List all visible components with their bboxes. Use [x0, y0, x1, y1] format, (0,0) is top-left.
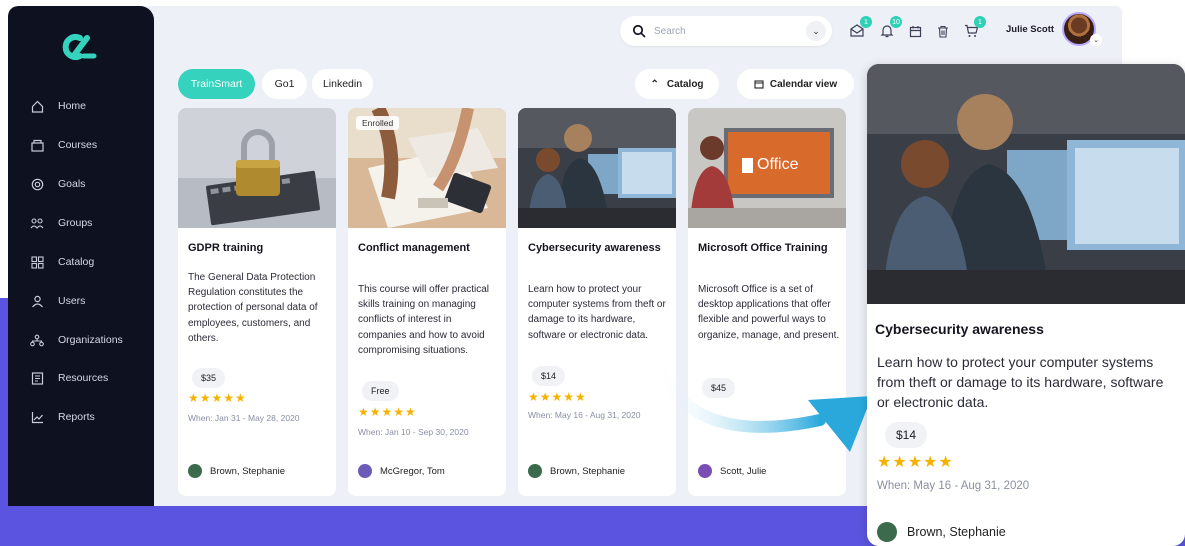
- tab-linkedin[interactable]: Linkedin: [312, 69, 373, 99]
- sidebar-item-label: Goals: [58, 178, 86, 190]
- author-avatar: [528, 464, 542, 478]
- author-name: Brown, Stephanie: [907, 525, 1006, 539]
- cart-icon[interactable]: 1: [960, 16, 986, 42]
- course-description: This course will offer practical skills …: [358, 284, 489, 356]
- sidebar-item-label: Reports: [58, 411, 95, 423]
- price-badge: $14: [532, 366, 566, 386]
- price-badge: Free: [362, 381, 399, 401]
- sidebar-item-groups[interactable]: Groups: [30, 213, 92, 233]
- callout-arrow: [648, 344, 872, 452]
- sidebar-item-label: Resources: [58, 372, 109, 384]
- sidebar-item-label: Courses: [58, 139, 98, 151]
- course-image: [178, 108, 336, 228]
- star-rating: ★★★★★: [528, 390, 587, 404]
- course-dates: When: Jan 10 - Sep 30, 2020: [358, 427, 469, 437]
- sidebar-item-resources[interactable]: Resources: [30, 368, 108, 388]
- notifications-badge: 10: [890, 16, 902, 28]
- resources-icon: [30, 371, 44, 385]
- star-rating: ★★★★★: [877, 454, 954, 471]
- user-name[interactable]: Julie Scott: [1006, 24, 1054, 35]
- calendar-icon: [754, 80, 764, 89]
- chevron-up-icon: ⌃: [650, 78, 659, 90]
- search-input[interactable]: Search: [654, 26, 806, 37]
- notifications-icon[interactable]: 10: [876, 16, 902, 42]
- star-rating: ★★★★★: [188, 391, 247, 405]
- zoomed-course-card[interactable]: Cybersecurity awareness Learn how to pro…: [867, 64, 1185, 546]
- messages-icon[interactable]: 1: [846, 16, 872, 42]
- author-avatar: [188, 464, 202, 478]
- search-icon: [632, 24, 646, 38]
- sidebar-item-label: Groups: [58, 217, 93, 229]
- goals-icon: [30, 177, 44, 191]
- author: Brown, Stephanie: [188, 464, 285, 478]
- sidebar-item-label: Organizations: [58, 334, 123, 346]
- sidebar: Home Courses Goals Groups Catalog Users …: [8, 6, 154, 506]
- author-avatar: [877, 522, 897, 542]
- author-name: Brown, Stephanie: [550, 465, 625, 477]
- chevron-down-icon[interactable]: ⌄: [806, 21, 826, 41]
- author: Brown, Stephanie: [877, 522, 1006, 542]
- author: Brown, Stephanie: [528, 464, 625, 478]
- course-card[interactable]: GDPR training The General Data Protectio…: [178, 108, 336, 496]
- sidebar-item-label: Home: [58, 100, 87, 112]
- trash-icon[interactable]: [932, 20, 954, 42]
- sidebar-item-reports[interactable]: Reports: [30, 407, 95, 427]
- search-bar[interactable]: Search ⌄: [620, 16, 832, 46]
- star-rating: ★★★★★: [358, 405, 417, 419]
- price-badge: $14: [885, 422, 928, 448]
- courses-icon: [30, 138, 44, 152]
- sidebar-item-courses[interactable]: Courses: [30, 135, 97, 155]
- course-dates: When: May 16 - Aug 31, 2020: [877, 480, 1030, 492]
- author-name: Brown, Stephanie: [210, 465, 285, 477]
- course-card[interactable]: Enrolled Conflict management This course…: [348, 108, 506, 496]
- office-icon: [742, 157, 753, 173]
- course-description: Learn how to protect your computer syste…: [877, 354, 1164, 410]
- author: McGregor, Tom: [358, 464, 445, 478]
- catalog-label: Catalog: [666, 78, 704, 90]
- sidebar-item-catalog[interactable]: Catalog: [30, 252, 94, 272]
- sidebar-item-organizations[interactable]: Organizations: [30, 330, 123, 350]
- groups-icon: [30, 216, 44, 230]
- tab-go1[interactable]: Go1: [262, 69, 307, 99]
- course-description: Learn how to protect your computer syste…: [528, 284, 666, 341]
- home-icon: [30, 99, 44, 113]
- author-name: McGregor, Tom: [380, 465, 445, 477]
- sidebar-item-goals[interactable]: Goals: [30, 174, 85, 194]
- catalog-button[interactable]: ⌃ Catalog: [635, 69, 719, 99]
- reports-icon: [30, 410, 44, 424]
- tab-trainsmart[interactable]: TrainSmart: [178, 69, 255, 99]
- calendar-view-label: Calendar view: [769, 78, 838, 90]
- chevron-down-icon[interactable]: ⌄: [1090, 34, 1102, 46]
- course-title: Cybersecurity awareness: [875, 321, 1044, 337]
- sidebar-item-users[interactable]: Users: [30, 291, 85, 311]
- cart-badge: 1: [974, 16, 986, 28]
- course-title: GDPR training: [188, 242, 264, 254]
- course-title: Cybersecurity awareness: [528, 242, 661, 254]
- organizations-icon: [30, 333, 44, 347]
- catalog-icon: [30, 255, 44, 269]
- course-description: Microsoft Office is a set of desktop app…: [698, 284, 840, 341]
- messages-badge: 1: [860, 16, 872, 28]
- sidebar-item-label: Users: [58, 295, 86, 307]
- course-dates: When: May 16 - Aug 31, 2020: [528, 410, 641, 420]
- course-image: [518, 108, 676, 228]
- logo-icon[interactable]: [58, 32, 98, 62]
- course-title: Conflict management: [358, 242, 470, 254]
- calendar-view-button[interactable]: Calendar view: [737, 69, 854, 99]
- enrolled-badge: Enrolled: [356, 116, 400, 130]
- course-dates: When: Jan 31 - May 28, 2020: [188, 413, 300, 423]
- calendar-icon[interactable]: [904, 20, 926, 42]
- sidebar-item-home[interactable]: Home: [30, 96, 86, 116]
- course-image: [867, 64, 1185, 304]
- course-description: The General Data Protection Regulation c…: [188, 272, 318, 344]
- sidebar-item-label: Catalog: [58, 256, 95, 268]
- users-icon: [30, 294, 44, 308]
- author-avatar: [358, 464, 372, 478]
- office-logo-text: Office: [757, 156, 799, 173]
- office-logo: Office: [742, 154, 806, 176]
- course-title: Microsoft Office Training: [698, 242, 828, 254]
- price-badge: $35: [192, 368, 226, 388]
